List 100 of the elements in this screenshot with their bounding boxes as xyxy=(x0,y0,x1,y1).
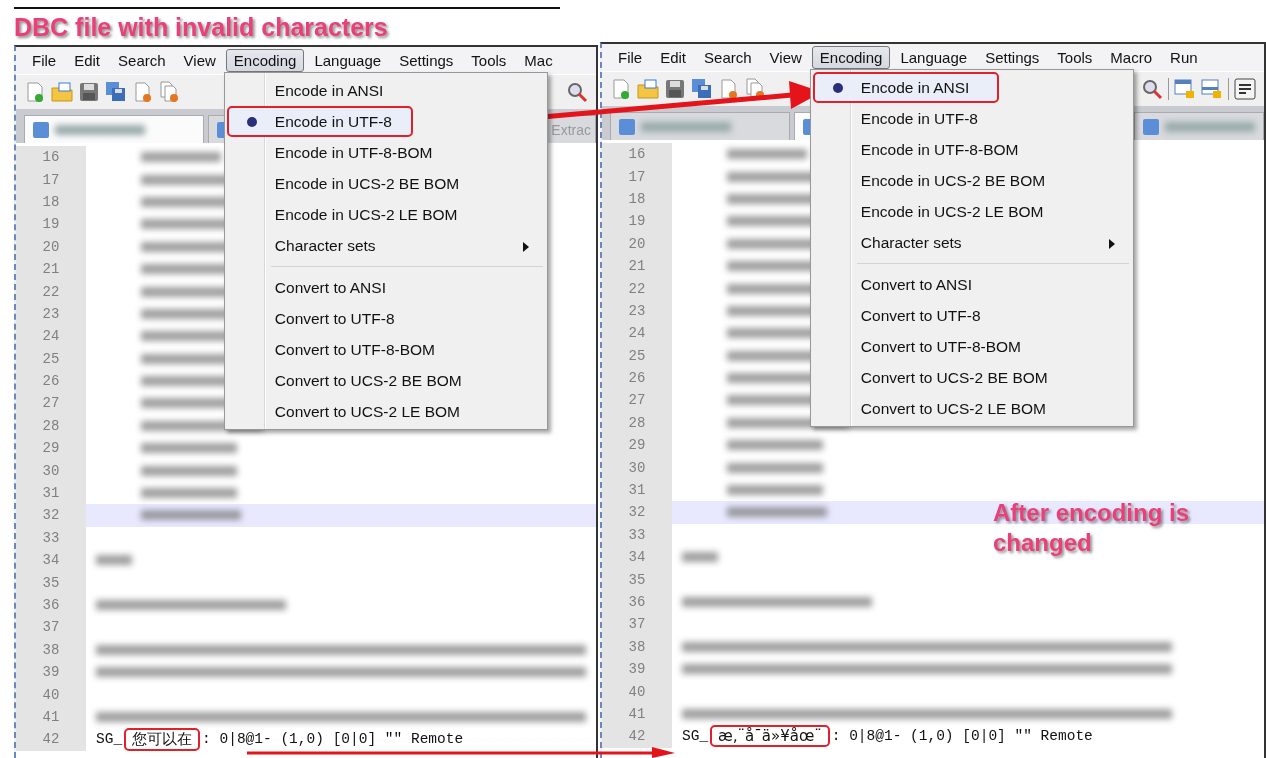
menu-option[interactable]: Encode in UCS-2 BE BOM xyxy=(226,168,545,199)
line-number: 26 xyxy=(16,369,86,393)
menu-option[interactable]: Encode in UCS-2 LE BOM xyxy=(226,199,545,230)
close-file-icon[interactable] xyxy=(132,81,154,103)
zoom-icon[interactable] xyxy=(1141,78,1163,100)
radio-dot-icon xyxy=(245,115,258,128)
line-number: 25 xyxy=(602,344,672,367)
menu-option[interactable]: Encode in UCS-2 LE BOM xyxy=(812,196,1131,227)
line-number: 16 xyxy=(602,143,672,166)
code-prefix: SG_ xyxy=(96,731,123,748)
close-file-icon[interactable] xyxy=(718,78,740,100)
line-number: 36 xyxy=(602,590,672,614)
line-number: 38 xyxy=(16,638,86,661)
menu-option[interactable]: Encode in UTF-8 xyxy=(226,106,413,137)
line-number: 30 xyxy=(16,459,86,482)
menu-option[interactable]: Encode in ANSI xyxy=(226,75,545,106)
blurred-tab[interactable] xyxy=(1134,112,1264,140)
menu-option[interactable]: Character sets xyxy=(812,227,1131,258)
blurred-code xyxy=(96,555,132,566)
menu-option[interactable]: Convert to ANSI xyxy=(226,272,545,303)
line-number: 32 xyxy=(16,504,86,527)
menu-item[interactable]: Language xyxy=(892,46,976,69)
menu-item[interactable]: Settings xyxy=(391,49,462,72)
menu-option[interactable]: Convert to UTF-8-BOM xyxy=(812,331,1131,362)
line-number: 20 xyxy=(16,235,86,258)
menu-option[interactable]: Convert to UCS-2 LE BOM xyxy=(226,396,545,427)
menu-item[interactable]: Mac xyxy=(516,49,561,72)
line-number: 34 xyxy=(602,546,672,569)
save-icon[interactable] xyxy=(664,78,686,100)
menu-option[interactable]: Convert to UCS-2 BE BOM xyxy=(812,362,1131,393)
menu-item[interactable]: Run xyxy=(1162,46,1206,69)
save-icon[interactable] xyxy=(78,81,100,103)
line-number: 27 xyxy=(602,389,672,412)
line-number: 24 xyxy=(16,325,86,348)
menu-option[interactable]: Character sets xyxy=(226,230,545,261)
menu-item[interactable]: View xyxy=(175,49,224,72)
menu-item[interactable]: Encoding xyxy=(811,46,891,69)
line-number: 41 xyxy=(602,702,672,726)
menu-item[interactable]: File xyxy=(610,46,651,69)
menu-item[interactable]: Search xyxy=(696,46,760,69)
menu-option[interactable]: Convert to UCS-2 BE BOM xyxy=(226,365,545,396)
menu-option[interactable]: Encode in ANSI xyxy=(812,72,999,103)
line-number: 37 xyxy=(16,616,86,639)
code-text: : 0|8@1- (1,0) [0|0] "" Remote xyxy=(831,728,1093,745)
close-all-icon[interactable] xyxy=(159,81,181,103)
new-file-icon[interactable] xyxy=(610,78,632,100)
menu-item[interactable]: View xyxy=(761,46,810,69)
line-number: 24 xyxy=(602,322,672,345)
line-number: 30 xyxy=(602,456,672,479)
folder-icon[interactable] xyxy=(637,78,659,100)
line-number: 18 xyxy=(602,187,672,211)
menu-item[interactable]: Search xyxy=(110,49,174,72)
line-number: 33 xyxy=(602,523,672,547)
menu-option[interactable]: Convert to UTF-8 xyxy=(226,303,545,334)
save-all-icon[interactable] xyxy=(105,81,127,103)
blurred-tab[interactable] xyxy=(610,112,790,140)
save-all-icon[interactable] xyxy=(691,78,713,100)
menu-item[interactable]: File xyxy=(24,49,65,72)
zoom-icon[interactable] xyxy=(566,81,588,103)
menu-option[interactable]: Convert to UTF-8-BOM xyxy=(226,334,545,365)
line-number: 41 xyxy=(16,705,86,729)
window-lock-icon[interactable] xyxy=(1174,78,1196,100)
line-number: 20 xyxy=(602,232,672,255)
menu-item[interactable]: Settings xyxy=(977,46,1048,69)
line-number: 33 xyxy=(16,526,86,550)
menu-item[interactable]: Encoding xyxy=(225,49,305,72)
menu-item[interactable]: Macro xyxy=(1102,46,1161,69)
line-number: 34 xyxy=(16,549,86,572)
menu-option[interactable]: Encode in UCS-2 BE BOM xyxy=(812,165,1131,196)
folder-icon[interactable] xyxy=(51,81,73,103)
line-number: 28 xyxy=(602,411,672,435)
line-number: 37 xyxy=(602,613,672,636)
line-number: 23 xyxy=(16,302,86,326)
menu-item[interactable]: Edit xyxy=(652,46,695,69)
window-lock-icon[interactable] xyxy=(1201,78,1223,100)
line-number: 42 xyxy=(16,728,86,751)
menu-option[interactable]: Encode in UTF-8 xyxy=(812,103,1131,134)
menu-item[interactable]: Language xyxy=(306,49,390,72)
submenu-arrow-icon xyxy=(1108,239,1115,249)
new-file-icon[interactable] xyxy=(24,81,46,103)
line-number: 27 xyxy=(16,392,86,415)
line-number: 16 xyxy=(16,146,86,169)
menu-option[interactable]: Convert to ANSI xyxy=(812,269,1131,300)
menu-item[interactable]: Tools xyxy=(463,49,515,72)
line-number: 23 xyxy=(602,299,672,323)
line-number: 17 xyxy=(602,165,672,188)
menu-item[interactable]: Edit xyxy=(66,49,109,72)
line-number: 31 xyxy=(16,481,86,505)
menu-option[interactable]: Encode in UTF-8-BOM xyxy=(226,137,545,168)
code-prefix: SG_ xyxy=(682,728,709,745)
line-number: 32 xyxy=(602,501,672,524)
word-wrap-icon[interactable] xyxy=(1234,78,1256,100)
line-number: 22 xyxy=(16,280,86,303)
annotation-title: DBC file with invalid characters xyxy=(14,12,388,43)
line-number: 21 xyxy=(602,254,672,278)
menu-item[interactable]: Tools xyxy=(1049,46,1101,69)
menu-option[interactable]: Encode in UTF-8-BOM xyxy=(812,134,1131,165)
menu-option[interactable]: Convert to UCS-2 LE BOM xyxy=(812,393,1131,424)
blurred-tab[interactable] xyxy=(24,115,204,143)
menu-option[interactable]: Convert to UTF-8 xyxy=(812,300,1131,331)
